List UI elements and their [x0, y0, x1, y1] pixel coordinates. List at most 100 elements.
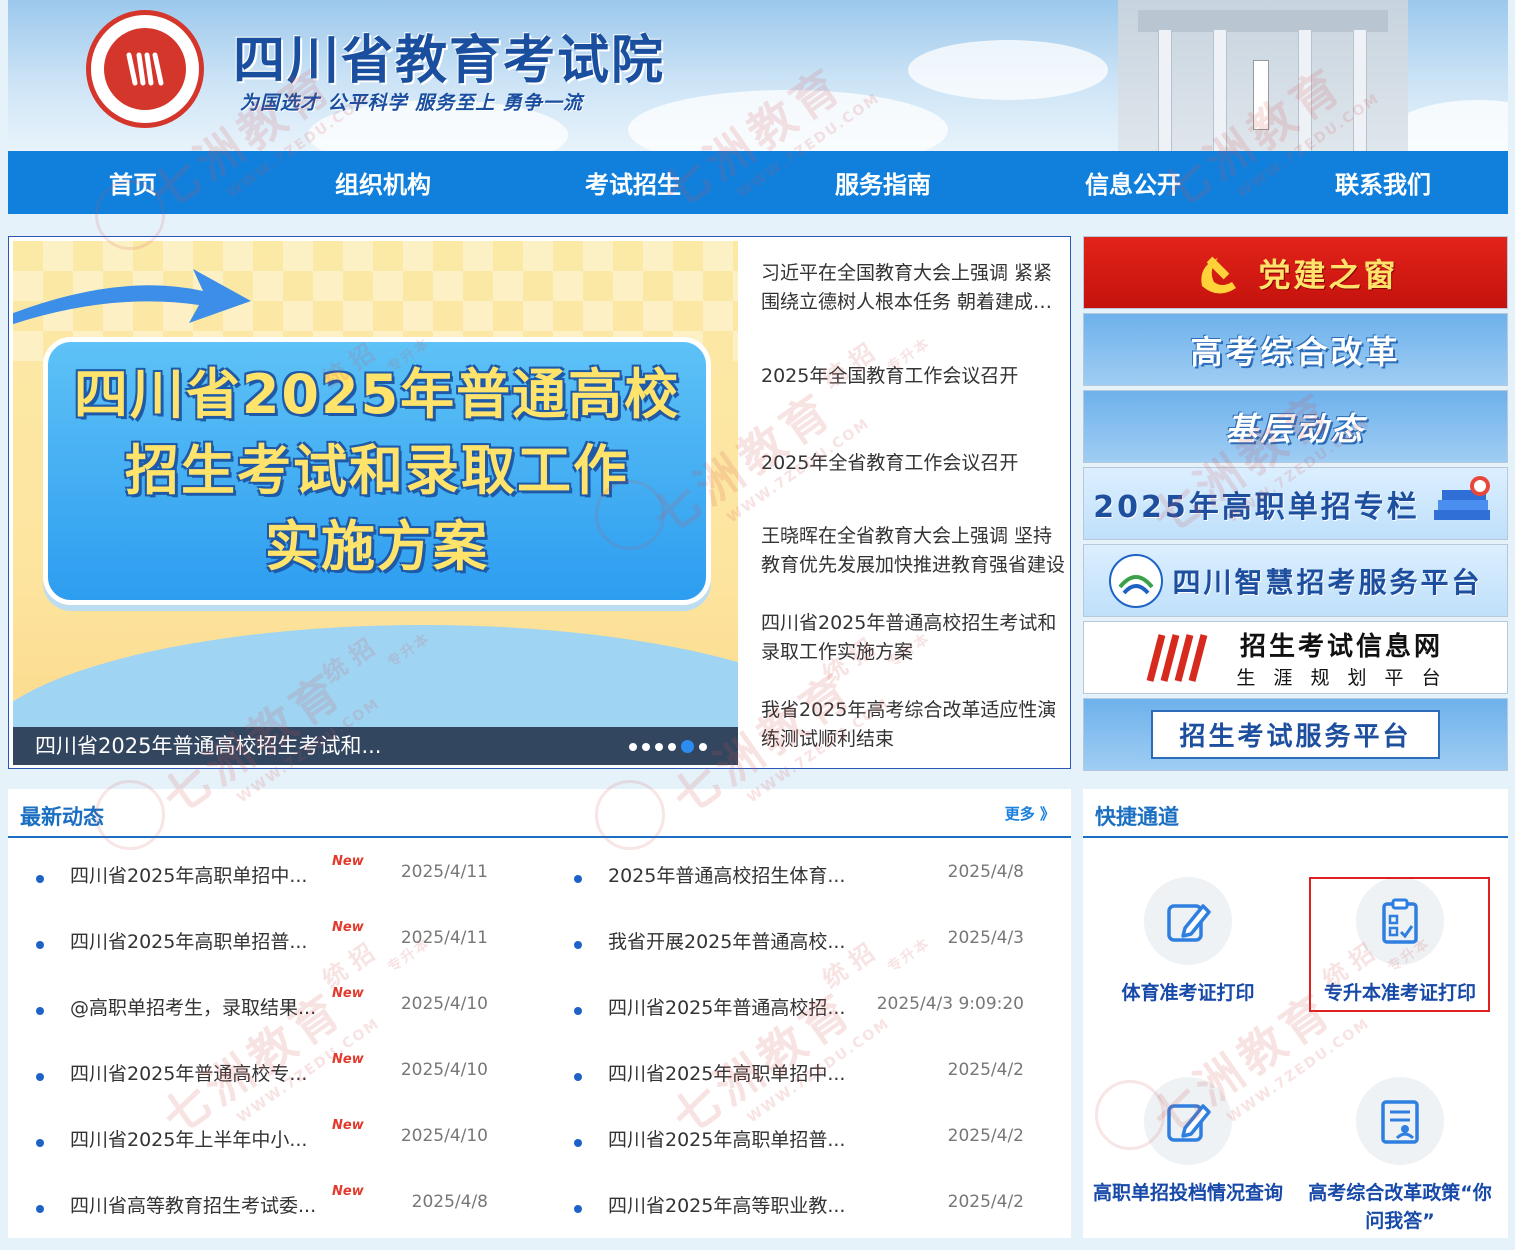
new-badge: New — [332, 1052, 364, 1067]
news-row[interactable]: 四川省2025年普通高校招... 2025/4/3 9:09:20 — [546, 971, 1046, 1037]
bullet-icon — [574, 1007, 582, 1015]
news-title[interactable]: 四川省2025年高职单招普... — [70, 927, 307, 954]
slide-line: 实施方案 — [265, 515, 489, 578]
bullet-icon — [574, 1205, 582, 1213]
headline-item[interactable]: 2025年全国教育工作会议召开 — [761, 362, 1071, 391]
quick-label: 体育准考证打印 — [1121, 982, 1255, 1004]
news-date: 2025/4/8 — [947, 862, 1024, 882]
news-row[interactable]: 我省开展2025年普通高校... 2025/4/3 — [546, 905, 1046, 971]
news-title[interactable]: 四川省2025年上半年中小... — [70, 1125, 307, 1152]
banner-label: 高考综合改革 — [1190, 332, 1401, 371]
banner-smart-exam-platform[interactable]: 四川智慧招考服务平台 — [1083, 544, 1508, 617]
news-title[interactable]: 四川省2025年高职单招普... — [608, 1125, 845, 1152]
more-link[interactable]: 更多 》 — [1005, 803, 1055, 824]
clipboard-check-icon — [1356, 877, 1444, 965]
bullet-icon — [36, 941, 44, 949]
document-user-icon — [1356, 1077, 1444, 1165]
nav-organization[interactable]: 组织机构 — [258, 151, 508, 214]
slider-dot[interactable] — [642, 742, 650, 751]
banner-label: 四川智慧招考服务平台 — [1172, 565, 1483, 599]
banner-grassroots-news[interactable]: 基层动态 — [1083, 390, 1508, 463]
site-slogan: 为国选才 公平科学 服务至上 勇争一流 — [240, 92, 583, 114]
slider-dot[interactable] — [629, 742, 637, 751]
news-row[interactable]: @高职单招考生，录取结果... New 2025/4/10 — [8, 971, 528, 1037]
slider-dot[interactable] — [699, 742, 707, 751]
news-date: 2025/4/2 — [947, 1126, 1024, 1146]
slide-image[interactable]: 四川省2025年普通高校 招生考试和录取工作 实施方案 — [13, 241, 738, 765]
news-row[interactable]: 四川省高等教育招生考试委... New 2025/4/8 — [8, 1169, 528, 1235]
headline-item[interactable]: 我省2025年高考综合改革适应性演练测试顺利结束 — [761, 696, 1071, 754]
slider-dot-active[interactable] — [681, 740, 694, 753]
news-date: 2025/4/10 — [400, 994, 488, 1014]
news-title[interactable]: 四川省2025年高职单招中... — [70, 861, 307, 888]
news-title[interactable]: 四川省2025年高职单招中... — [608, 1059, 845, 1086]
quick-vocational-filing-query[interactable]: 高职单招投档情况查询 — [1088, 1077, 1288, 1207]
headline-item[interactable]: 四川省2025年普通高校招生考试和录取工作实施方案 — [761, 609, 1071, 667]
news-title[interactable]: 我省开展2025年普通高校... — [608, 927, 845, 954]
featured-news: 四川省2025年普通高校 招生考试和录取工作 实施方案 四川省2025年普通高校… — [8, 236, 1071, 769]
banner-sublabel: 生 涯 规 划 平 台 — [1236, 666, 1447, 689]
bullet-icon — [36, 1205, 44, 1213]
quick-reform-qa[interactable]: 高考综合改革政策“你问我答” — [1300, 1077, 1500, 1235]
nav-home[interactable]: 首页 — [8, 151, 258, 214]
quick-access-panel: 快捷通道 体育准考证打印 专升本准考证打印 高职单招投档情况查询 高考综合改革政… — [1083, 789, 1508, 1238]
news-date: 2025/4/3 — [947, 928, 1024, 948]
site-title: 四川省教育考试院 — [233, 31, 666, 91]
nav-contact[interactable]: 联系我们 — [1258, 151, 1508, 214]
quick-upgrade-ticket-print[interactable]: 专升本准考证打印 — [1300, 877, 1500, 1007]
banner-party-building[interactable]: 党建之窗 — [1083, 236, 1508, 309]
news-title[interactable]: 四川省2025年高等职业教... — [608, 1191, 845, 1218]
news-row[interactable]: 四川省2025年普通高校专... New 2025/4/10 — [8, 1037, 528, 1103]
banner-label: 2025年高职单招专栏 — [1093, 489, 1420, 525]
bullet-icon — [36, 1007, 44, 1015]
site-header: 四川省教育考试院 为国选才 公平科学 服务至上 勇争一流 — [8, 0, 1508, 151]
news-row[interactable]: 四川省2025年高职单招中... New 2025/4/11 — [8, 839, 528, 905]
headline-item[interactable]: 习近平在全国教育大会上强调 紧紧围绕立德树人根本任务 朝着建成教育强国战略目标扎… — [761, 259, 1071, 317]
slide-headline-card: 四川省2025年普通高校 招生考试和录取工作 实施方案 — [43, 337, 711, 605]
news-row[interactable]: 四川省2025年上半年中小... New 2025/4/10 — [8, 1103, 528, 1169]
news-date: 2025/4/10 — [400, 1060, 488, 1080]
news-date: 2025/4/2 — [947, 1060, 1024, 1080]
edit-pen-icon — [1144, 877, 1232, 965]
banner-vocational-admission[interactable]: 2025年高职单招专栏 — [1083, 467, 1508, 540]
news-title[interactable]: 四川省2025年普通高校招... — [608, 993, 845, 1020]
quick-access-title: 快捷通道 — [1095, 805, 1179, 829]
slider-dot[interactable] — [655, 742, 663, 751]
nav-exam-admission[interactable]: 考试招生 — [508, 151, 758, 214]
new-badge: New — [332, 854, 364, 869]
news-date: 2025/4/11 — [400, 862, 488, 882]
news-row[interactable]: 四川省2025年高等职业教... 2025/4/2 — [546, 1169, 1046, 1235]
slider-dot[interactable] — [668, 742, 676, 751]
news-row[interactable]: 四川省2025年高职单招普... New 2025/4/11 — [8, 905, 528, 971]
banner-admission-service-platform[interactable]: 招生考试服务平台 — [1083, 698, 1508, 771]
nav-info-disclosure[interactable]: 信息公开 — [1008, 151, 1258, 214]
banner-gaokao-reform[interactable]: 高考综合改革 — [1083, 313, 1508, 386]
hammer-sickle-icon — [1201, 256, 1237, 294]
news-row[interactable]: 2025年普通高校招生体育... 2025/4/8 — [546, 839, 1046, 905]
latest-news-panel: 最新动态 更多 》 四川省2025年高职单招中... New 2025/4/11… — [8, 789, 1071, 1238]
network-logo-icon — [1147, 633, 1208, 682]
main-nav: 首页 组织机构 考试招生 服务指南 信息公开 联系我们 — [8, 151, 1508, 214]
site-logo[interactable] — [86, 10, 204, 128]
nav-service-guide[interactable]: 服务指南 — [758, 151, 1008, 214]
slide-line: 四川省2025年普通高校 — [73, 363, 681, 426]
banner-label: 党建之窗 — [1258, 255, 1399, 294]
headline-item[interactable]: 2025年全省教育工作会议召开 — [761, 449, 1071, 478]
news-title[interactable]: 四川省2025年普通高校专... — [70, 1059, 307, 1086]
news-title[interactable]: @高职单招考生，录取结果... — [70, 993, 316, 1020]
news-title[interactable]: 2025年普通高校招生体育... — [608, 861, 845, 888]
news-row[interactable]: 四川省2025年高职单招普... 2025/4/2 — [546, 1103, 1046, 1169]
books-clock-icon — [1433, 475, 1490, 520]
headline-item[interactable]: 王晓晖在全省教育大会上强调 坚持教育优先发展加快推进教育强省建设 — [761, 522, 1071, 580]
bullet-icon — [36, 875, 44, 883]
new-badge: New — [332, 986, 364, 1001]
news-date: 2025/4/2 — [947, 1192, 1024, 1212]
building-image — [1118, 0, 1408, 151]
banner-admission-info-network[interactable]: 招生考试信息网 生 涯 规 划 平 台 — [1083, 621, 1508, 694]
news-row[interactable]: 四川省2025年高职单招中... 2025/4/2 — [546, 1037, 1046, 1103]
bullet-icon — [574, 1139, 582, 1147]
quick-sports-ticket-print[interactable]: 体育准考证打印 — [1088, 877, 1288, 1007]
news-title[interactable]: 四川省高等教育招生考试委... — [70, 1191, 316, 1218]
slider-dots — [629, 740, 707, 753]
banner-label: 招生考试信息网 — [1239, 631, 1443, 662]
